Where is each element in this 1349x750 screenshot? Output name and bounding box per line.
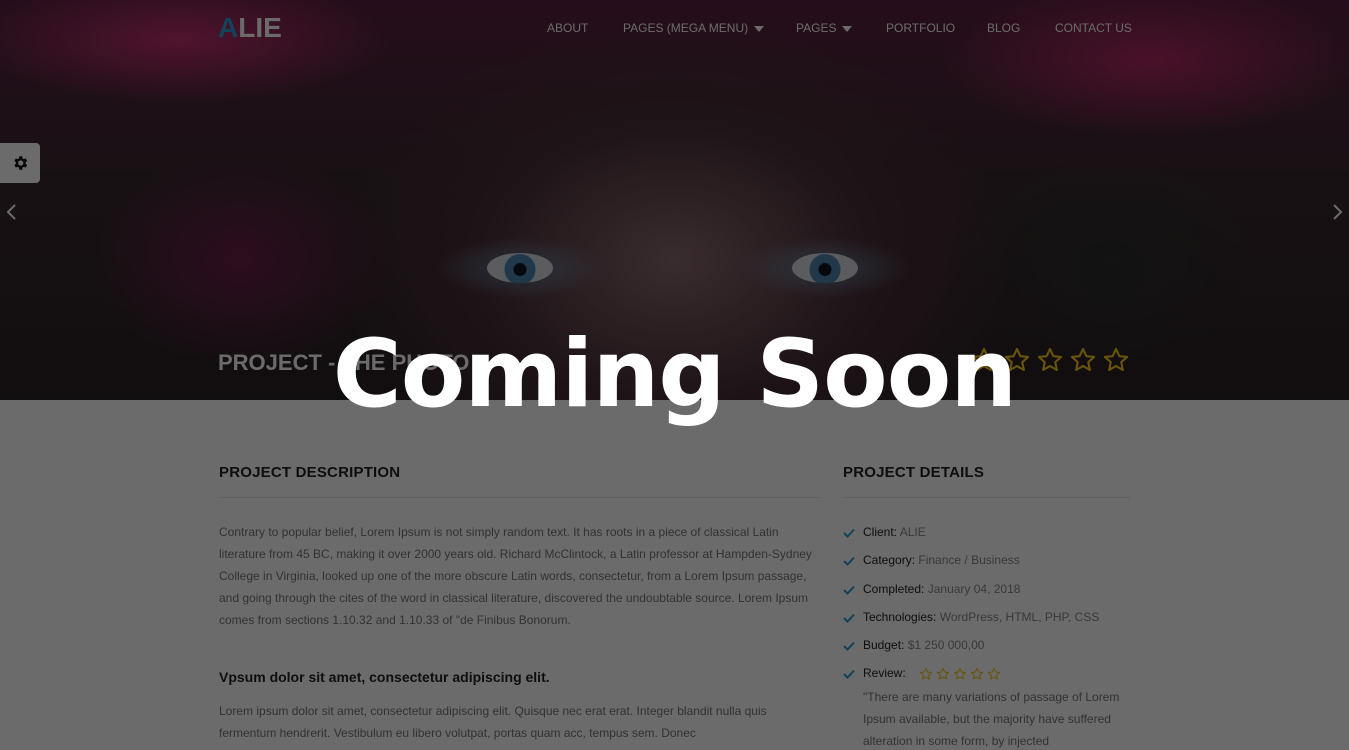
- check-icon: [843, 642, 855, 652]
- check-icon: [843, 670, 855, 680]
- nav-item-contact-us[interactable]: CONTACT US: [1055, 20, 1132, 36]
- check-icon: [843, 557, 855, 567]
- nav-item-blog[interactable]: BLOG: [987, 20, 1020, 36]
- detail-row-review: Review: "There are many variations of pa…: [843, 664, 1143, 750]
- brand-logo-text: LIE: [238, 12, 282, 43]
- star-outline-icon: [970, 668, 984, 680]
- description-subheading: Vpsum dolor sit amet, consectetur adipis…: [219, 669, 550, 685]
- detail-row-budget: Budget: $1 250 000,00: [843, 636, 1143, 664]
- detail-row-technologies: Technologies: WordPress, HTML, PHP, CSS: [843, 608, 1143, 636]
- check-icon: [843, 613, 855, 623]
- project-description-heading: PROJECT DESCRIPTION: [219, 464, 401, 481]
- nav-item-portfolio[interactable]: PORTFOLIO: [886, 20, 955, 36]
- caret-down-icon: [842, 25, 853, 32]
- detail-row-completed: Completed: January 04, 2018: [843, 580, 1143, 608]
- hero-photo-eye-left: [487, 253, 553, 283]
- star-outline-icon: [953, 668, 967, 680]
- brand-logo[interactable]: ALIE: [218, 12, 282, 44]
- project-details-list: Client: ALIE Category: Finance / Busines…: [843, 523, 1143, 750]
- detail-row-category: Category: Finance / Business: [843, 551, 1143, 579]
- review-rating: [919, 667, 1001, 681]
- description-paragraph-2: Lorem ipsum dolor sit amet, consectetur …: [219, 704, 767, 740]
- divider: [843, 497, 1130, 498]
- review-quote: "There are many variations of passage of…: [863, 690, 1120, 749]
- star-outline-icon: [987, 668, 1001, 680]
- nav-item-pages-mega-menu[interactable]: PAGES (MEGA MENU): [623, 20, 765, 36]
- star-outline-icon: [919, 668, 933, 680]
- brand-logo-accent: A: [218, 12, 239, 43]
- gear-icon: [14, 156, 28, 170]
- settings-panel-toggle[interactable]: [0, 143, 40, 183]
- check-icon: [843, 528, 855, 538]
- check-icon: [843, 585, 855, 595]
- nav-item-pages[interactable]: PAGES: [796, 20, 853, 36]
- project-details-heading: PROJECT DETAILS: [843, 464, 985, 481]
- coming-soon-banner: Coming Soon: [332, 320, 1017, 429]
- detail-row-client: Client: ALIE: [843, 523, 1143, 551]
- project-description-paragraph: Contrary to popular belief, Lorem Ipsum …: [219, 525, 812, 627]
- chevron-right-icon[interactable]: [1330, 203, 1344, 221]
- caret-down-icon: [754, 25, 765, 32]
- divider: [219, 497, 819, 498]
- nav-item-about[interactable]: ABOUT: [547, 20, 588, 36]
- chevron-left-icon[interactable]: [5, 203, 19, 221]
- star-outline-icon: [936, 668, 950, 680]
- hero-photo-eye-right: [792, 253, 858, 283]
